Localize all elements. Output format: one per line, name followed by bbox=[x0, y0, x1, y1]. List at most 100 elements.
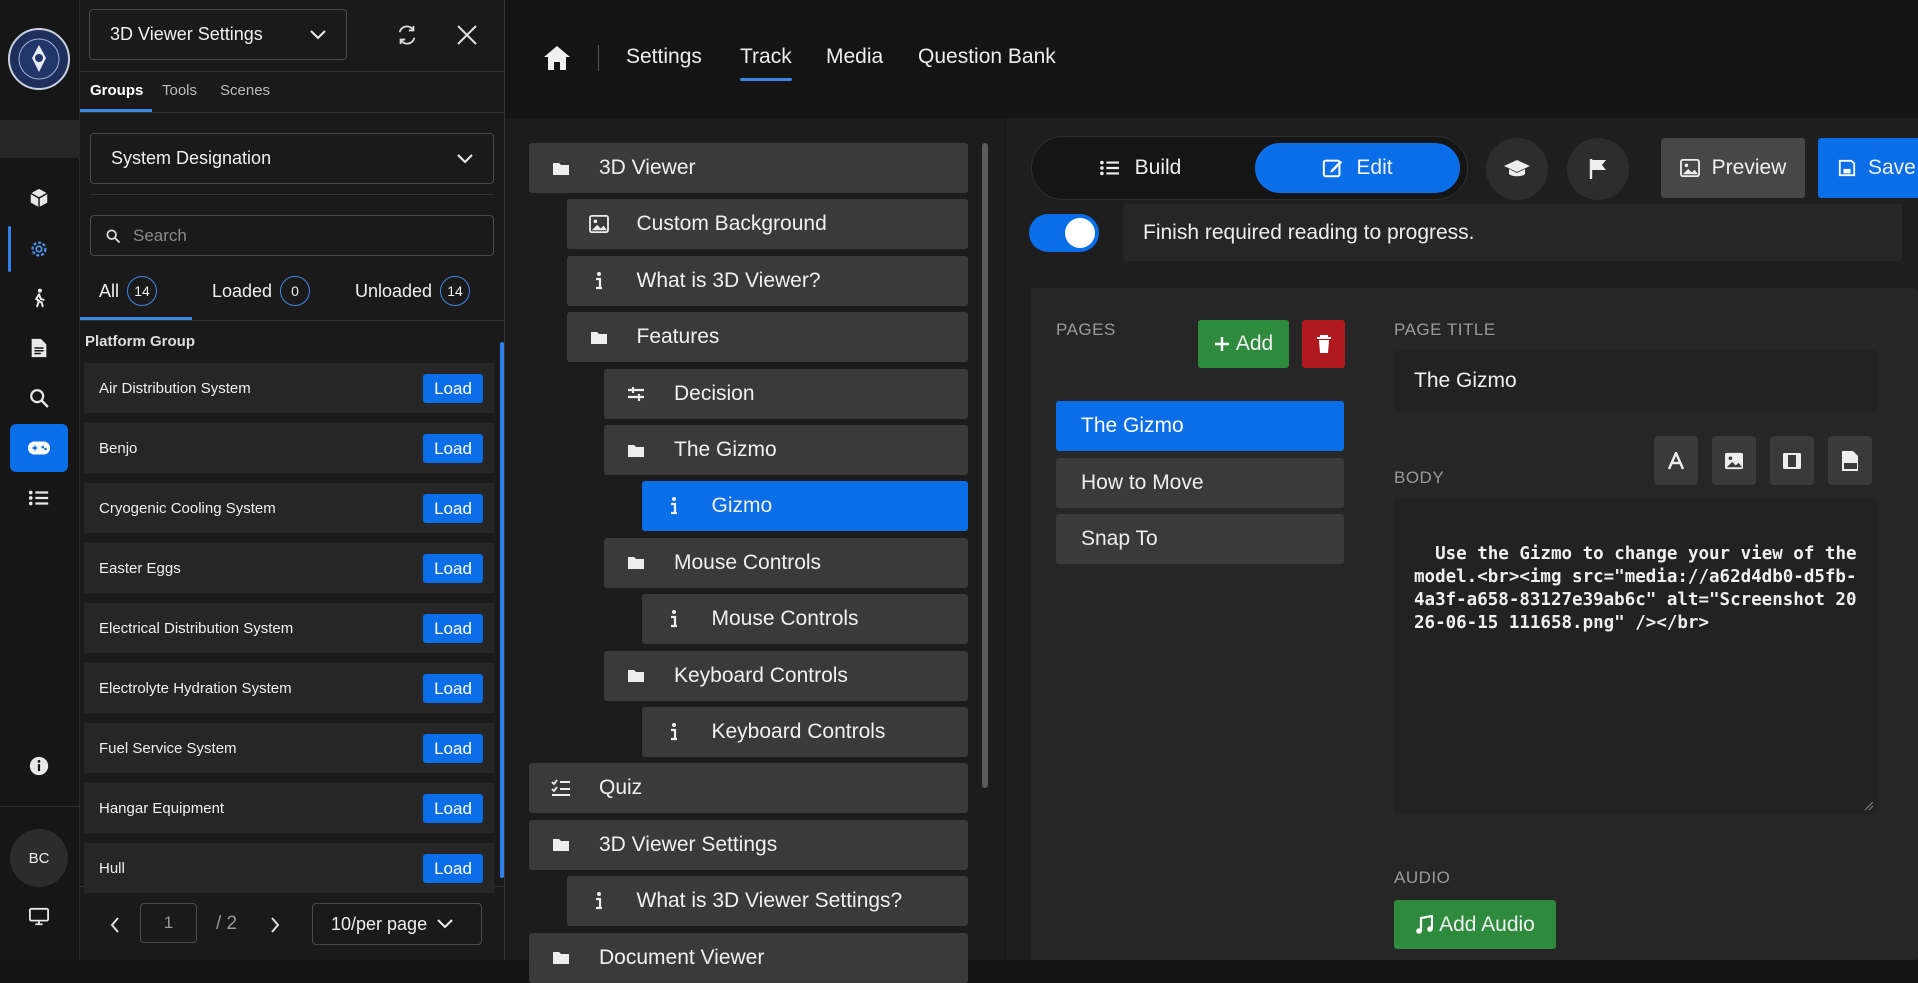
group-name: Electrolyte Hydration System bbox=[99, 679, 292, 697]
rail-item-monitor[interactable] bbox=[10, 893, 68, 941]
tree-item[interactable]: What is 3D Viewer? bbox=[566, 255, 968, 306]
filter-unloaded[interactable]: Unloaded 14 bbox=[355, 276, 471, 306]
save-button[interactable]: Save bbox=[1818, 138, 1918, 198]
load-button[interactable]: Load bbox=[423, 734, 483, 763]
viewer-settings-select[interactable]: 3D Viewer Settings bbox=[89, 9, 347, 60]
page-title-input[interactable]: The Gizmo bbox=[1394, 350, 1877, 412]
page-list-item[interactable]: The Gizmo bbox=[1056, 401, 1344, 451]
tree-item-label: Keyboard Controls bbox=[711, 720, 886, 743]
font-format-button[interactable] bbox=[1654, 436, 1698, 485]
tree-scrollbar[interactable] bbox=[982, 143, 988, 788]
search-box bbox=[90, 215, 494, 256]
pager-prev-button[interactable] bbox=[104, 914, 126, 936]
tree-item[interactable]: What is 3D Viewer Settings? bbox=[566, 876, 968, 927]
tree-item[interactable]: Features bbox=[566, 312, 968, 363]
toggle-text: Finish required reading to progress. bbox=[1143, 220, 1475, 244]
tree-item[interactable]: Mouse Controls bbox=[641, 594, 968, 645]
rail-item-info[interactable] bbox=[10, 742, 68, 790]
load-button[interactable]: Load bbox=[423, 554, 483, 583]
add-page-button[interactable]: Add bbox=[1198, 320, 1289, 368]
page-list-item[interactable]: How to Move bbox=[1056, 457, 1344, 508]
insert-image-button[interactable] bbox=[1712, 436, 1756, 485]
trash-icon bbox=[1316, 335, 1331, 353]
filter-loaded[interactable]: Loaded 0 bbox=[212, 276, 311, 306]
system-designation-select[interactable]: System Designation bbox=[90, 133, 494, 184]
info-icon bbox=[656, 609, 692, 629]
rail-item-search[interactable] bbox=[10, 374, 68, 422]
body-label: BODY bbox=[1394, 468, 1445, 487]
page-list-item[interactable]: Snap To bbox=[1056, 514, 1344, 564]
insert-pdf-button[interactable] bbox=[1828, 436, 1872, 485]
tree-item[interactable]: Document Viewer bbox=[529, 932, 968, 983]
tree-item[interactable]: Mouse Controls bbox=[604, 537, 968, 588]
load-button[interactable]: Load bbox=[423, 614, 483, 643]
rail-item-settings[interactable] bbox=[10, 225, 68, 273]
home-button[interactable] bbox=[542, 44, 574, 74]
build-button[interactable]: Build bbox=[1040, 143, 1240, 193]
tree-item[interactable]: The Gizmo bbox=[604, 425, 968, 475]
rail-item-document[interactable] bbox=[10, 324, 68, 372]
required-reading-toggle[interactable] bbox=[1029, 214, 1099, 252]
load-button[interactable]: Load bbox=[423, 494, 483, 523]
tree-item-label: Features bbox=[636, 325, 720, 349]
load-button[interactable]: Load bbox=[423, 854, 483, 883]
tree-item[interactable]: Decision bbox=[604, 368, 968, 419]
tab-tools[interactable]: Tools bbox=[162, 82, 197, 99]
pager-next-button[interactable] bbox=[264, 914, 286, 936]
tree-item[interactable]: Quiz bbox=[529, 763, 968, 814]
bottom-divider bbox=[0, 806, 80, 807]
nav-track[interactable]: Track bbox=[740, 45, 792, 81]
group-row: Benjo Load bbox=[84, 423, 494, 473]
user-avatar[interactable]: BC bbox=[10, 829, 68, 887]
chevron-down-icon bbox=[310, 29, 326, 39]
monitor-icon bbox=[29, 907, 49, 926]
gear-icon bbox=[31, 241, 47, 257]
per-page-select-value: 10/per page bbox=[331, 913, 428, 934]
course-settings-button[interactable] bbox=[1486, 138, 1548, 200]
image-icon bbox=[581, 215, 617, 234]
tree-item[interactable]: Keyboard Controls bbox=[641, 707, 968, 757]
tree-item[interactable]: 3D Viewer Settings bbox=[529, 819, 968, 870]
tree-item[interactable]: Custom Background bbox=[566, 199, 968, 250]
nav-settings[interactable]: Settings bbox=[626, 45, 702, 69]
group-name: Cryogenic Cooling System bbox=[99, 499, 276, 517]
rail-item-gamepad[interactable] bbox=[10, 424, 68, 472]
tree-item[interactable]: Keyboard Controls bbox=[604, 650, 968, 701]
refresh-button[interactable] bbox=[392, 20, 422, 50]
font-icon bbox=[1667, 451, 1685, 469]
delete-page-button[interactable] bbox=[1302, 320, 1345, 368]
tree-item-label: 3D Viewer Settings bbox=[599, 832, 778, 856]
tab-scenes[interactable]: Scenes bbox=[220, 82, 270, 99]
app-logo[interactable] bbox=[8, 28, 70, 90]
flag-button[interactable] bbox=[1567, 138, 1629, 200]
nav-question-bank[interactable]: Question Bank bbox=[918, 45, 1056, 69]
load-button[interactable]: Load bbox=[423, 434, 483, 463]
page-number-input[interactable]: 1 bbox=[140, 903, 197, 943]
add-audio-button[interactable]: Add Audio bbox=[1394, 900, 1556, 949]
per-page-select[interactable]: 10/per page bbox=[312, 903, 482, 945]
search-input[interactable] bbox=[133, 225, 453, 246]
tree-item[interactable]: Gizmo bbox=[641, 481, 968, 532]
close-panel-button[interactable] bbox=[452, 20, 482, 50]
image-icon bbox=[1679, 159, 1700, 177]
edit-button[interactable]: Edit bbox=[1255, 143, 1460, 193]
preview-button[interactable]: Preview bbox=[1661, 138, 1805, 198]
list-scrollbar[interactable] bbox=[500, 342, 504, 878]
filter-all[interactable]: All 14 bbox=[99, 276, 158, 306]
body-textarea[interactable]: Use the Gizmo to change your view of the… bbox=[1394, 498, 1877, 814]
load-button[interactable]: Load bbox=[423, 374, 483, 403]
pages-label: PAGES bbox=[1056, 320, 1116, 339]
tab-groups[interactable]: Groups bbox=[90, 82, 143, 99]
load-button[interactable]: Load bbox=[423, 674, 483, 703]
load-button[interactable]: Load bbox=[423, 794, 483, 823]
rail-item-walk[interactable] bbox=[10, 274, 68, 322]
decision-icon bbox=[618, 385, 654, 403]
insert-video-button[interactable] bbox=[1770, 436, 1814, 485]
rail-item-cube[interactable] bbox=[10, 174, 68, 222]
resize-handle-icon[interactable] bbox=[1864, 801, 1874, 811]
tree-item-label: The Gizmo bbox=[674, 438, 777, 461]
filter-unloaded-label: Unloaded bbox=[355, 280, 433, 301]
nav-media[interactable]: Media bbox=[826, 45, 883, 69]
rail-item-list[interactable] bbox=[10, 474, 68, 522]
tree-item[interactable]: 3D Viewer bbox=[529, 143, 968, 193]
